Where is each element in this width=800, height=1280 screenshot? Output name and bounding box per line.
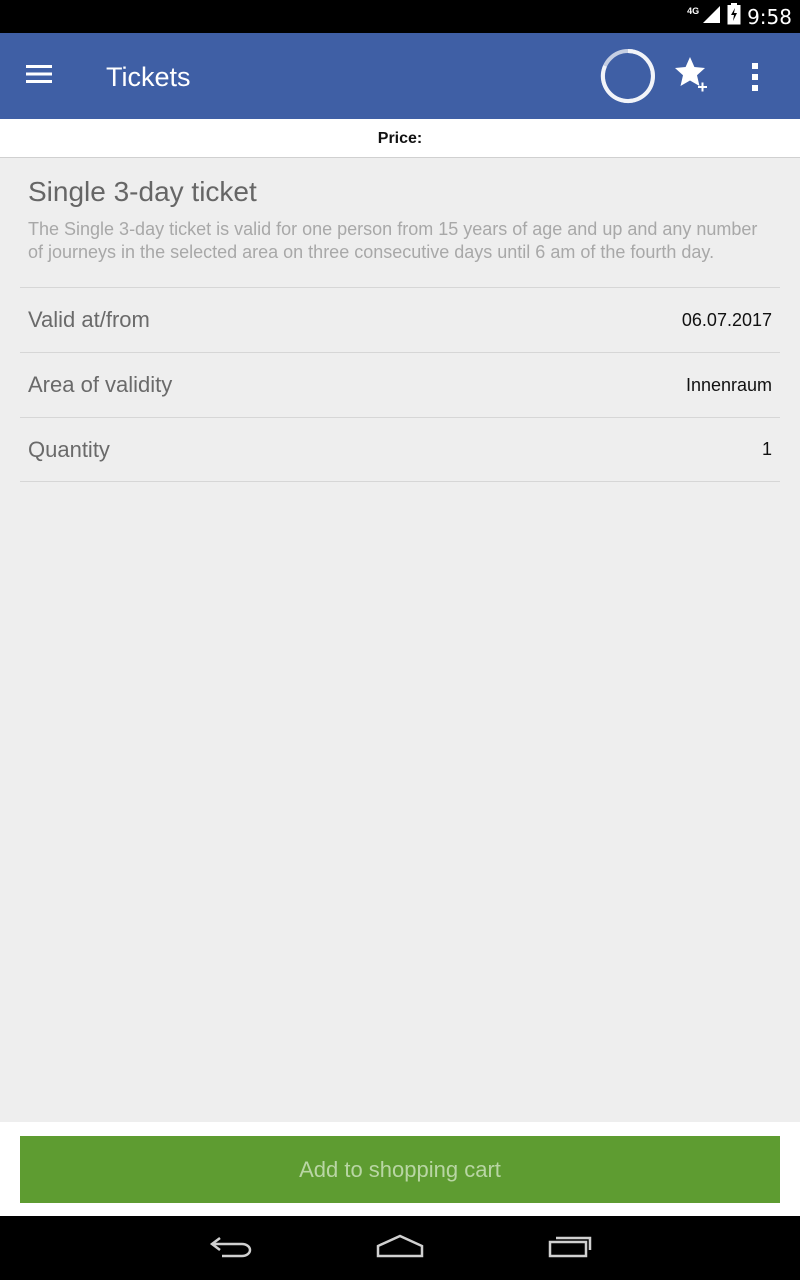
quantity-value: 1 bbox=[761, 439, 772, 459]
add-to-cart-button[interactable]: Add to shopping cart bbox=[20, 1136, 780, 1203]
loading-spinner-icon bbox=[600, 48, 656, 104]
quantity-row[interactable]: Quantity 1 bbox=[20, 417, 780, 482]
page-title: Tickets bbox=[106, 62, 191, 92]
ticket-title: Single 3-day ticket bbox=[28, 176, 257, 207]
price-bar: Price: bbox=[0, 119, 800, 158]
app-bar: Tickets bbox=[0, 33, 800, 119]
price-label: Price: bbox=[377, 130, 423, 147]
area-of-validity-row[interactable]: Area of validity Innenraum bbox=[20, 352, 780, 417]
valid-from-value: 06.07.2017 bbox=[681, 309, 772, 330]
battery-icon bbox=[727, 3, 741, 30]
favorite-add-button[interactable] bbox=[672, 55, 712, 95]
recent-apps-icon bbox=[546, 1232, 594, 1265]
back-icon bbox=[206, 1232, 254, 1265]
recent-apps-button[interactable] bbox=[540, 1228, 600, 1268]
back-button[interactable] bbox=[200, 1228, 260, 1268]
network-type: 4G bbox=[687, 5, 700, 16]
overflow-menu-button[interactable] bbox=[740, 59, 770, 95]
home-button[interactable] bbox=[370, 1228, 430, 1268]
bottom-action-area: Add to shopping cart bbox=[0, 1122, 800, 1216]
menu-icon bbox=[26, 64, 54, 89]
area-of-validity-value: Innenraum bbox=[685, 374, 772, 395]
ticket-description: The Single 3-day ticket is valid for one… bbox=[28, 219, 758, 262]
system-nav-bar bbox=[0, 1216, 800, 1280]
home-icon bbox=[374, 1232, 426, 1265]
menu-button[interactable] bbox=[26, 61, 72, 91]
status-bar: 4G 9:58 bbox=[0, 0, 800, 33]
signal-icon bbox=[701, 4, 721, 29]
valid-from-label: Valid at/from bbox=[28, 307, 150, 332]
valid-from-row[interactable]: Valid at/from 06.07.2017 bbox=[20, 287, 780, 352]
ticket-details-list: Valid at/from 06.07.2017 Area of validit… bbox=[20, 287, 780, 482]
favorite-add-icon bbox=[672, 57, 712, 99]
quantity-label: Quantity bbox=[28, 436, 110, 462]
area-of-validity-label: Area of validity bbox=[28, 372, 173, 397]
clock: 9:58 bbox=[747, 4, 792, 29]
status-icons: 4G 9:58 bbox=[687, 0, 792, 33]
overflow-menu-icon bbox=[740, 63, 770, 99]
add-to-cart-label: Add to shopping cart bbox=[299, 1156, 501, 1182]
